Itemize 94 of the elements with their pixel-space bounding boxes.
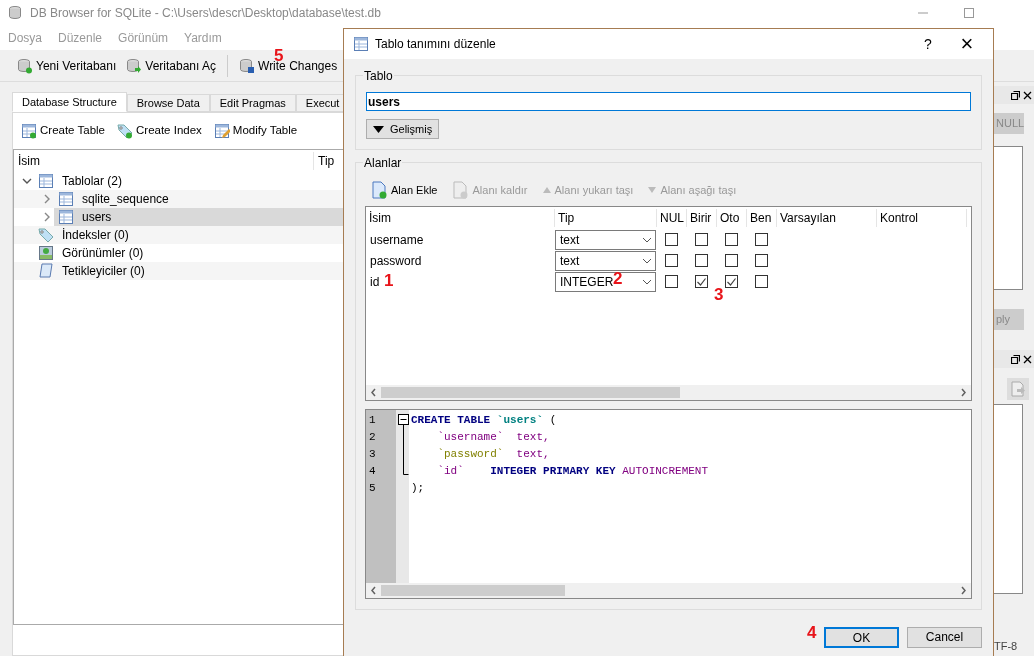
check-icon — [726, 277, 736, 286]
scrollbar-thumb[interactable] — [381, 585, 565, 596]
help-button[interactable]: ? — [913, 33, 943, 55]
check-icon — [696, 277, 706, 286]
line-number: 1 — [368, 413, 377, 428]
toolbar-button[interactable]: Modify Table — [211, 120, 300, 142]
checkbox[interactable] — [694, 275, 708, 288]
triangle-down-icon — [648, 187, 657, 193]
table-name-field[interactable]: users — [366, 92, 971, 111]
checkbox[interactable] — [754, 275, 768, 288]
column-header[interactable]: İsim — [366, 209, 555, 227]
toolbar-button[interactable]: Veritabanı Aç — [123, 53, 219, 78]
toolbar-button[interactable]: Create Table — [19, 120, 107, 142]
tab[interactable]: Edit Pragmas — [209, 94, 296, 112]
tab[interactable]: Browse Data — [126, 94, 210, 112]
encoding-label: TF-8 — [994, 638, 1019, 654]
document-minus-icon — [452, 181, 469, 199]
table-pencil-icon — [213, 123, 230, 139]
toolbar-button[interactable]: Yeni Veritabanı — [14, 53, 120, 78]
field-name[interactable]: username — [370, 230, 424, 249]
column-header[interactable]: İsim — [14, 152, 314, 170]
dialog-title: Tablo tanımını düzenle — [375, 36, 496, 53]
tree-item[interactable]: Tablolar (2) — [62, 172, 123, 190]
triangle-up-icon — [542, 187, 551, 193]
close-icon[interactable] — [1023, 90, 1032, 100]
column-header[interactable]: Kontrol — [877, 209, 967, 227]
code-line: CREATE TABLE `users` ( — [411, 413, 558, 429]
checkbox[interactable] — [724, 254, 738, 267]
picture-frame-icon — [38, 245, 54, 261]
chevron-down-icon — [642, 257, 652, 264]
checkbox[interactable] — [724, 233, 738, 246]
horizontal-scrollbar[interactable] — [366, 583, 971, 598]
checkbox[interactable] — [664, 233, 678, 246]
tag-plus-icon — [117, 123, 133, 139]
database-plus-icon — [17, 57, 33, 74]
checkbox[interactable] — [664, 254, 678, 267]
column-header[interactable]: Varsayılan — [777, 209, 877, 227]
fold-marker-icon[interactable] — [398, 414, 409, 475]
column-header[interactable]: Birir — [687, 209, 717, 227]
checkbox[interactable] — [694, 233, 708, 246]
field-name[interactable]: password — [370, 251, 422, 270]
advanced-button[interactable]: Gelişmiş — [366, 119, 440, 139]
checkbox[interactable] — [694, 254, 708, 267]
line-number: 2 — [368, 430, 377, 445]
type-dropdown[interactable]: text — [555, 250, 656, 271]
cancel-button[interactable]: Cancel — [907, 626, 982, 648]
table-icon — [353, 36, 369, 52]
scrollbar-thumb[interactable] — [381, 387, 680, 398]
chevron-down-icon — [642, 278, 652, 285]
column-header[interactable]: Oto — [717, 209, 747, 227]
annotation-number: 3 — [714, 286, 724, 303]
window-title: DB Browser for SQLite - C:\Users\descr\Desktop\database\test.db — [30, 4, 381, 22]
checkbox[interactable] — [724, 275, 738, 288]
close-button[interactable]: × — [947, 33, 987, 55]
restore-icon[interactable] — [1011, 354, 1020, 364]
document-plus-icon — [371, 181, 387, 199]
annotation-number: 4 — [807, 624, 817, 641]
ok-button[interactable]: OK — [824, 626, 899, 648]
type-dropdown[interactable]: text — [555, 229, 656, 250]
column-header[interactable]: Ben — [747, 209, 777, 227]
code-line: `username` text, — [436, 430, 551, 446]
chevron-down-icon[interactable] — [22, 176, 32, 186]
annotation-number: 1 — [384, 272, 394, 289]
tab[interactable]: Database Structure — [12, 92, 127, 112]
document-arrow-icon — [1010, 381, 1026, 397]
line-number: 3 — [368, 447, 377, 462]
table-icon — [58, 209, 74, 225]
database-icon — [8, 4, 24, 21]
maximize-icon[interactable] — [964, 7, 974, 18]
database-arrow-icon — [126, 57, 143, 74]
triangle-down-icon — [373, 125, 384, 133]
tree-item[interactable]: users — [82, 208, 112, 226]
toolbar-button[interactable]: Create Index — [115, 120, 204, 142]
cell-editor[interactable] — [994, 146, 1023, 290]
horizontal-scrollbar[interactable] — [366, 385, 971, 400]
line-number: 4 — [368, 464, 377, 479]
code-line: ); — [411, 481, 426, 497]
checkbox[interactable] — [664, 275, 678, 288]
field-name[interactable]: id — [370, 272, 380, 291]
close-icon[interactable] — [1023, 354, 1032, 364]
chevron-down-icon — [642, 236, 652, 243]
annotation-number: 2 — [613, 270, 623, 287]
field-action-button[interactable]: Alan Ekle — [371, 181, 438, 199]
tree-item[interactable]: Görünümler (0) — [62, 244, 144, 262]
line-number: 5 — [368, 481, 377, 496]
checkbox[interactable] — [754, 233, 768, 246]
column-header[interactable]: Tip — [555, 209, 657, 227]
restore-icon[interactable] — [1011, 90, 1020, 100]
column-header[interactable]: NUL — [657, 209, 687, 227]
column-header[interactable]: Tip — [314, 152, 335, 170]
checkbox[interactable] — [754, 254, 768, 267]
code-line: `password` text, — [436, 447, 551, 463]
table-plus-icon — [21, 123, 37, 139]
code-line: `id` INTEGER PRIMARY KEY AUTOINCREMENT — [436, 464, 709, 480]
